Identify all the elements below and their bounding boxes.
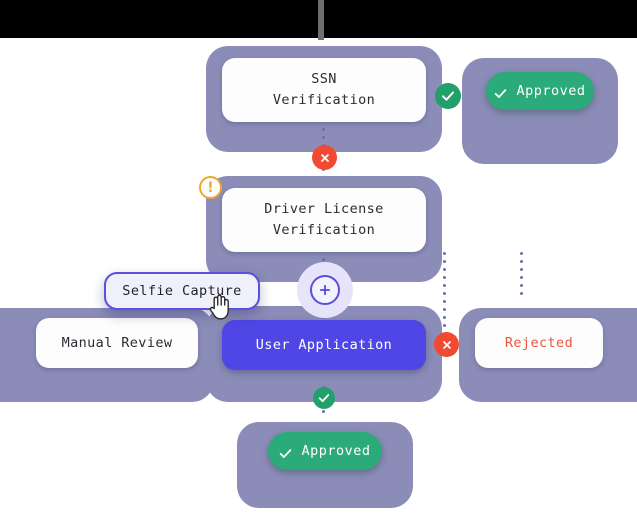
outcome-pill-label-top: Approved — [516, 83, 586, 99]
x-circle-icon — [441, 339, 453, 351]
status-badge-ssn-success[interactable] — [435, 83, 461, 109]
node-rejected[interactable]: Rejected — [459, 308, 637, 402]
connector-right-branch — [443, 252, 446, 336]
node-card-driver[interactable]: Driver License Verification — [222, 188, 426, 252]
hand-pointer-icon — [207, 292, 231, 326]
status-badge-application-error[interactable] — [434, 332, 459, 357]
outcome-pill-label-bottom: Approved — [301, 443, 371, 459]
plus-icon — [318, 283, 332, 297]
node-approved-bottom[interactable]: Approved — [237, 422, 413, 508]
node-card-rejected[interactable]: Rejected — [475, 318, 603, 368]
node-label-manual-review: Manual Review — [61, 334, 173, 351]
status-badge-application-success[interactable] — [313, 387, 335, 409]
check-circle-icon — [318, 392, 330, 404]
check-icon — [279, 445, 292, 458]
node-label-user-application: User Application — [255, 336, 393, 353]
workflow-canvas[interactable]: SSN Verification Approved Driver License V… — [0, 0, 637, 528]
node-card-user-application[interactable]: User Application — [222, 320, 426, 370]
node-approved-top[interactable]: Approved — [462, 58, 618, 164]
outcome-pill-approved-bottom[interactable]: Approved — [268, 432, 382, 470]
dragged-chip-selfie-capture[interactable]: Selfie Capture — [104, 272, 260, 310]
node-label-ssn-line1: SSN — [311, 71, 337, 88]
node-card-ssn[interactable]: SSN Verification — [222, 58, 426, 122]
node-label-ssn: SSN Verification — [273, 69, 375, 111]
node-label-ssn-line2: Verification — [272, 92, 376, 108]
status-badge-driver-warning[interactable]: ! — [199, 176, 222, 199]
node-label-driver: Driver License Verification — [264, 199, 383, 241]
node-card-manual-review[interactable]: Manual Review — [36, 318, 198, 368]
warning-circle-icon: ! — [207, 179, 214, 196]
node-manual-review[interactable]: Manual Review — [0, 308, 214, 402]
connector-left-branch — [520, 252, 523, 300]
outcome-pill-approved-top[interactable]: Approved — [486, 72, 594, 110]
node-label-rejected: Rejected — [504, 334, 574, 351]
check-circle-icon — [441, 89, 455, 103]
node-label-driver-line2: Verification — [272, 222, 376, 238]
node-label-driver-line1: Driver License — [264, 201, 384, 218]
add-node-button[interactable] — [310, 275, 340, 305]
status-badge-ssn-error[interactable] — [312, 145, 337, 170]
x-circle-icon — [319, 152, 331, 164]
check-icon — [494, 85, 507, 98]
top-stub-connector — [318, 0, 324, 40]
